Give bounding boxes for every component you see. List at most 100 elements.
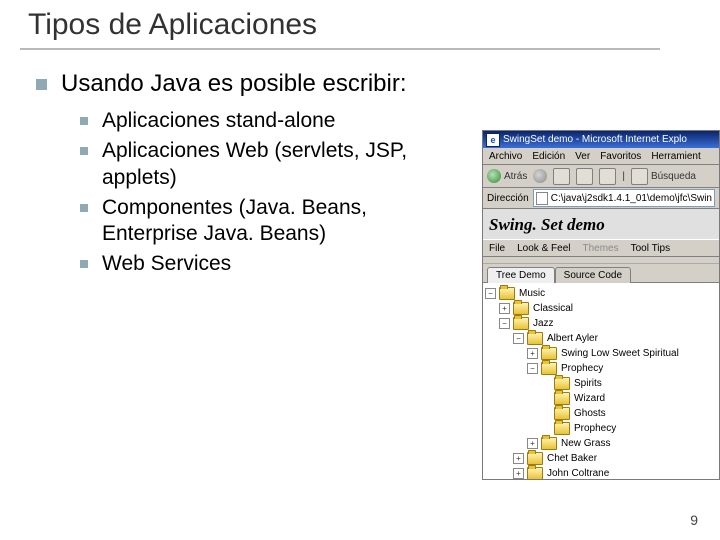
tree-node-label: Swing Low Sweet Spiritual bbox=[561, 348, 679, 359]
tree-node[interactable]: Prophecy bbox=[485, 421, 717, 436]
app-menu-item[interactable]: Look & Feel bbox=[517, 243, 570, 254]
browser-menubar: Archivo Edición Ver Favoritos Herramient bbox=[483, 148, 719, 165]
page-number: 9 bbox=[690, 512, 698, 528]
tree-node[interactable]: − Albert Ayler bbox=[485, 331, 717, 346]
bullet-text: Componentes (Java. Beans, Enterprise Jav… bbox=[102, 195, 460, 248]
home-button[interactable] bbox=[599, 168, 616, 185]
heading-text: Usando Java es posible escribir: bbox=[61, 70, 407, 98]
collapse-icon[interactable]: − bbox=[499, 318, 510, 329]
expand-icon[interactable]: + bbox=[499, 303, 510, 314]
expand-icon[interactable]: + bbox=[513, 468, 524, 479]
folder-icon bbox=[513, 317, 529, 330]
bullet-icon bbox=[80, 117, 88, 125]
screenshot-browser-window: e SwingSet demo - Microsoft Internet Exp… bbox=[482, 130, 720, 480]
collapse-icon[interactable]: − bbox=[513, 333, 524, 344]
stop-button[interactable] bbox=[553, 168, 570, 185]
folder-icon bbox=[527, 332, 543, 345]
bullet-text: Web Services bbox=[102, 251, 231, 277]
tree-node-label: John Coltrane bbox=[547, 468, 609, 479]
app-menu-item[interactable]: Tool Tips bbox=[631, 243, 670, 254]
folder-icon bbox=[541, 347, 557, 360]
bullet-icon bbox=[80, 260, 88, 268]
folder-icon bbox=[527, 452, 543, 465]
folder-icon bbox=[554, 377, 570, 390]
tab-tree-demo[interactable]: Tree Demo bbox=[487, 267, 555, 283]
collapse-icon[interactable]: − bbox=[527, 363, 538, 374]
bullet-icon bbox=[80, 147, 88, 155]
app-menu-item-disabled: Themes bbox=[583, 243, 619, 254]
bullet-text: Aplicaciones Web (servlets, JSP, applets… bbox=[102, 138, 460, 191]
tree-node[interactable]: Ghosts bbox=[485, 406, 717, 421]
browser-toolbar: Atrás | Búsqueda bbox=[483, 165, 719, 188]
tab-bar: Tree Demo Source Code bbox=[483, 264, 719, 282]
tree-node[interactable]: + Swing Low Sweet Spiritual bbox=[485, 346, 717, 361]
folder-icon bbox=[541, 437, 557, 450]
tree-node[interactable]: − Prophecy bbox=[485, 361, 717, 376]
collapse-icon[interactable]: − bbox=[485, 288, 496, 299]
tree-node-label: Classical bbox=[533, 303, 573, 314]
tree-view[interactable]: −Music+Classical−Jazz−Albert Ayler+Swing… bbox=[483, 282, 719, 480]
address-input[interactable]: C:\java\j2sdk1.4.1_01\demo\jfc\Swin bbox=[533, 189, 715, 207]
expand-icon[interactable]: + bbox=[513, 453, 524, 464]
tree-node-label: Music bbox=[519, 288, 545, 299]
tree-node-label: Jazz bbox=[533, 318, 554, 329]
tree-node[interactable]: − Jazz bbox=[485, 316, 717, 331]
app-content: Swing. Set demo File Look & Feel Themes … bbox=[483, 209, 719, 480]
menu-item[interactable]: Edición bbox=[532, 151, 565, 162]
forward-button[interactable] bbox=[533, 169, 547, 183]
search-button[interactable]: Búsqueda bbox=[631, 168, 696, 185]
tree-node-label: Albert Ayler bbox=[547, 333, 598, 344]
tree-node-label: New Grass bbox=[561, 438, 610, 449]
folder-icon bbox=[554, 392, 570, 405]
menu-item[interactable]: Archivo bbox=[489, 151, 522, 162]
back-button[interactable]: Atrás bbox=[487, 169, 527, 183]
tree-node-label: Ghosts bbox=[574, 408, 606, 419]
folder-icon bbox=[499, 287, 515, 300]
address-label: Dirección bbox=[487, 193, 529, 204]
tree-node[interactable]: + Classical bbox=[485, 301, 717, 316]
folder-icon bbox=[513, 302, 529, 315]
refresh-button[interactable] bbox=[576, 168, 593, 185]
address-value: C:\java\j2sdk1.4.1_01\demo\jfc\Swin bbox=[551, 193, 712, 204]
tree-node[interactable]: + John Coltrane bbox=[485, 466, 717, 480]
app-menubar: File Look & Feel Themes Tool Tips bbox=[483, 239, 719, 257]
tree-node[interactable]: Spirits bbox=[485, 376, 717, 391]
slide-title: Tipos de Aplicaciones bbox=[28, 8, 317, 42]
menu-item[interactable]: Ver bbox=[575, 151, 590, 162]
folder-icon bbox=[554, 407, 570, 420]
tree-node-label: Spirits bbox=[574, 378, 602, 389]
bullet-icon bbox=[80, 204, 88, 212]
bullet-icon bbox=[36, 79, 47, 90]
toolbar-separator: | bbox=[622, 171, 625, 182]
app-menu-item[interactable]: File bbox=[489, 243, 505, 254]
address-bar: Dirección C:\java\j2sdk1.4.1_01\demo\jfc… bbox=[483, 188, 719, 209]
browser-title-text: SwingSet demo - Microsoft Internet Explo bbox=[503, 134, 687, 145]
title-underline bbox=[20, 48, 660, 50]
tree-node[interactable]: Wizard bbox=[485, 391, 717, 406]
ie-logo-icon: e bbox=[486, 133, 500, 147]
folder-icon bbox=[527, 467, 543, 480]
folder-icon bbox=[554, 422, 570, 435]
search-icon bbox=[631, 168, 648, 185]
folder-icon bbox=[541, 362, 557, 375]
tree-node[interactable]: + Chet Baker bbox=[485, 451, 717, 466]
expand-icon[interactable]: + bbox=[527, 348, 538, 359]
tree-node[interactable]: + New Grass bbox=[485, 436, 717, 451]
app-toolbar bbox=[483, 257, 719, 264]
bullet-text: Aplicaciones stand-alone bbox=[102, 108, 335, 134]
expand-icon[interactable]: + bbox=[527, 438, 538, 449]
browser-titlebar: e SwingSet demo - Microsoft Internet Exp… bbox=[483, 131, 719, 148]
app-title: Swing. Set demo bbox=[483, 209, 719, 239]
page-icon bbox=[536, 192, 548, 205]
menu-item[interactable]: Favoritos bbox=[600, 151, 641, 162]
menu-item[interactable]: Herramient bbox=[651, 151, 700, 162]
tree-node-label: Wizard bbox=[574, 393, 605, 404]
back-label: Atrás bbox=[504, 171, 527, 182]
tree-node-label: Chet Baker bbox=[547, 453, 597, 464]
search-label: Búsqueda bbox=[651, 171, 696, 182]
tree-node-label: Prophecy bbox=[561, 363, 603, 374]
tab-source-code[interactable]: Source Code bbox=[555, 267, 631, 283]
tree-node-label: Prophecy bbox=[574, 423, 616, 434]
arrow-left-icon bbox=[487, 169, 501, 183]
tree-node[interactable]: − Music bbox=[485, 286, 717, 301]
